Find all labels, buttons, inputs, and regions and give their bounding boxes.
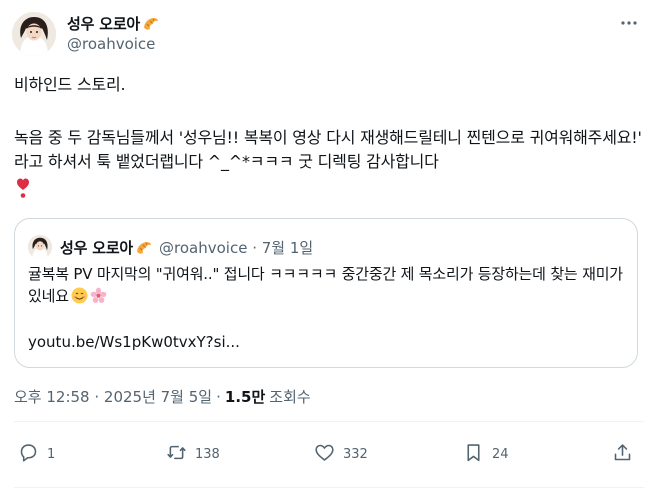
like-count: 332 — [343, 447, 368, 462]
reply-button[interactable]: 1 — [18, 442, 55, 467]
avatar[interactable] — [12, 12, 56, 56]
like-button[interactable]: 332 — [314, 442, 368, 467]
quoted-text: 귤복복 PV 마지막의 "귀여워.." 접니다 ㅋㅋㅋㅋㅋ 중간중간 제 목소리… — [28, 263, 628, 307]
share-button[interactable] — [612, 442, 633, 467]
cherry-blossom-icon — [90, 287, 107, 304]
quoted-link[interactable]: youtu.be/Ws1pKw0tvxY?si... — [28, 333, 240, 351]
timestamp[interactable]: 오후 12:58 · 2025년 7월 5일 — [14, 386, 212, 407]
tweet-text-line-1: 비하인드 스토리. — [14, 75, 126, 94]
quoted-text-body: 귤복복 PV 마지막의 "귀여워.." 접니다 ㅋㅋㅋㅋㅋ 중간중간 제 목소리… — [28, 265, 623, 305]
retweet-button[interactable]: 138 — [166, 442, 220, 467]
heart-icon — [314, 442, 335, 467]
share-icon — [612, 442, 633, 467]
tweet-text-paragraph: 녹음 중 두 감독님들께서 '성우님!! 복복이 영상 다시 재생해드릴테니 찐… — [14, 126, 644, 206]
croissant-icon — [142, 15, 160, 33]
bookmark-count: 24 — [492, 447, 509, 462]
quoted-meta: @roahvoice · 7월 1일 — [159, 239, 314, 257]
quoted-avatar — [28, 235, 52, 259]
tweet-header: 성우 오로아 @roahvoice — [12, 10, 646, 58]
meta-separator: · — [216, 387, 221, 406]
heart-exclamation-icon — [16, 177, 644, 206]
tweet-meta-row: 오후 12:58 · 2025년 7월 5일 · 1.5만 조회수 — [14, 386, 311, 407]
views-label: 조회수 — [269, 388, 311, 406]
quoted-header: 성우 오로아 @roahvoice · 7월 1일 — [60, 237, 313, 258]
divider — [14, 487, 644, 488]
more-horizontal-icon — [620, 14, 638, 36]
author-display-name[interactable]: 성우 오로아 — [67, 13, 140, 34]
action-bar: 1 138 332 24 — [0, 436, 658, 472]
more-options-button[interactable] — [618, 14, 640, 36]
views-count: 1.5만 — [224, 388, 266, 406]
bookmark-button[interactable]: 24 — [463, 442, 509, 467]
retweet-icon — [166, 442, 187, 467]
reply-icon — [18, 442, 39, 467]
tweet-text-body: 녹음 중 두 감독님들께서 '성우님!! 복복이 영상 다시 재생해드릴테니 찐… — [14, 128, 642, 171]
quoted-tweet-card[interactable]: 성우 오로아 @roahvoice · 7월 1일 귤복복 PV 마지막의 "귀… — [14, 218, 638, 368]
retweet-count: 138 — [195, 447, 220, 462]
smiling-face-icon — [71, 287, 88, 304]
author-name-row[interactable]: 성우 오로아 — [67, 13, 160, 34]
reply-count: 1 — [47, 447, 56, 462]
author-handle[interactable]: @roahvoice — [67, 35, 155, 53]
croissant-icon — [135, 239, 153, 257]
divider — [14, 421, 644, 422]
bookmark-icon — [463, 442, 484, 467]
quoted-display-name: 성우 오로아 — [60, 239, 134, 257]
